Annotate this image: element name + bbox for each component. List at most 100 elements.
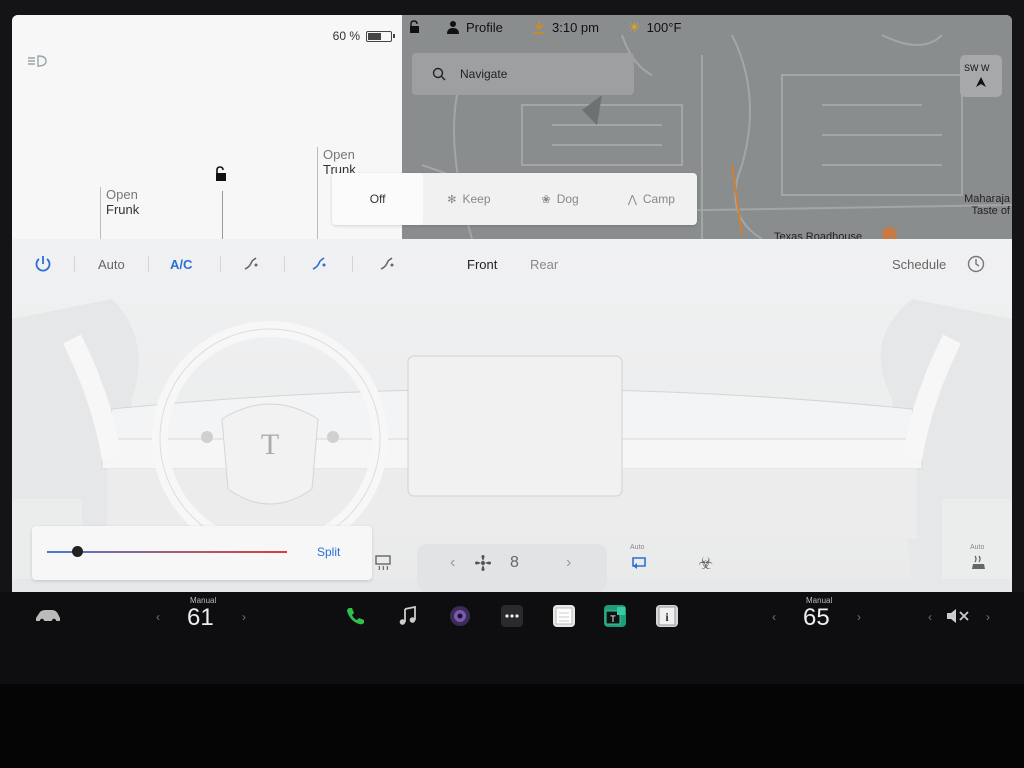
- airflow-feet-button[interactable]: [310, 251, 328, 277]
- auto-button[interactable]: Auto: [98, 251, 125, 277]
- svg-text:T: T: [261, 428, 279, 461]
- airflow-feet-icon: [312, 257, 326, 270]
- poi-texas-roadhouse[interactable]: Texas Roadhouse: [774, 231, 862, 239]
- seat-auto-label: Auto: [970, 544, 985, 551]
- passenger-temperature[interactable]: 65: [803, 604, 830, 632]
- separator: [284, 256, 285, 272]
- volume-down[interactable]: ‹: [928, 610, 932, 624]
- recirculate-button[interactable]: [630, 554, 648, 575]
- schedule-button[interactable]: Schedule: [892, 251, 946, 277]
- separator: [352, 256, 353, 272]
- mode-camp[interactable]: ⋀ Camp: [606, 173, 697, 225]
- temperature-slider-thumb[interactable]: [72, 546, 83, 557]
- climate-panel: Auto A/C Front Rear Schedule T Split ‹ 8…: [12, 239, 1012, 592]
- music-app[interactable]: [397, 605, 419, 627]
- mode-off[interactable]: Off: [332, 173, 424, 225]
- recirculate-icon: [632, 557, 646, 569]
- poi-maharaja[interactable]: Maharaja Taste of: [964, 193, 1010, 217]
- airflow-face-button[interactable]: [242, 251, 260, 277]
- frunk-button[interactable]: Open Frunk: [100, 187, 139, 239]
- volume-up[interactable]: ›: [986, 610, 990, 624]
- battery-icon: [366, 30, 395, 42]
- device-frame: 60 % Open Frunk Open Trunk Profile 3:10 …: [0, 0, 1024, 768]
- car-button[interactable]: [32, 592, 64, 640]
- climate-mode-selector: Off ✻ Keep ❀ Dog ⋀ Camp: [332, 173, 697, 225]
- lock-status-icon[interactable]: [408, 20, 422, 34]
- passenger-temp-up[interactable]: ›: [857, 610, 861, 624]
- paw-icon: ❀: [541, 193, 551, 206]
- toybox-app[interactable]: T: [604, 605, 626, 627]
- battery-indicator: 60 %: [333, 29, 395, 43]
- search-icon: [432, 67, 446, 81]
- airflow-windshield-icon: [380, 257, 394, 270]
- front-tab[interactable]: Front: [467, 251, 497, 277]
- compass-heading: SW W: [964, 63, 990, 73]
- climate-power-button[interactable]: [34, 251, 52, 277]
- more-apps-button[interactable]: [501, 605, 523, 627]
- climate-controls-row: Auto A/C Front Rear Schedule: [12, 251, 1012, 277]
- poi-maharaja-line2: Taste of: [971, 205, 1010, 217]
- clock-icon[interactable]: [967, 251, 985, 277]
- profile-button[interactable]: Profile: [446, 20, 503, 35]
- fan-icon: [474, 554, 492, 577]
- ac-button[interactable]: A/C: [170, 251, 192, 277]
- mode-keep[interactable]: ✻ Keep: [423, 173, 514, 225]
- compass-arrow-icon: [976, 77, 986, 87]
- frunk-label: Frunk: [106, 202, 140, 217]
- camera-app[interactable]: [449, 605, 471, 627]
- download-icon: [533, 21, 545, 34]
- rear-defrost-button[interactable]: [374, 554, 392, 575]
- airflow-windshield-button[interactable]: [378, 251, 396, 277]
- bottom-bezel: [0, 684, 1024, 768]
- ellipsis-icon: [505, 614, 519, 618]
- volume-mute-button[interactable]: [944, 592, 972, 640]
- screen: 60 % Open Frunk Open Trunk Profile 3:10 …: [12, 15, 1012, 592]
- seat-heater-button[interactable]: [970, 554, 988, 575]
- separator: [220, 256, 221, 272]
- poi-maharaja-line1: Maharaja: [964, 193, 1010, 205]
- temperature-slider-track[interactable]: [47, 551, 287, 553]
- biohazard-icon: ☣: [698, 554, 714, 573]
- driver-temp-up[interactable]: ›: [242, 610, 246, 624]
- fan-increase-button[interactable]: ›: [566, 554, 571, 572]
- temperature-split-panel: Split: [32, 526, 372, 580]
- car-icon: [36, 610, 60, 624]
- fan-decrease-button[interactable]: ‹: [450, 554, 455, 572]
- driver-temperature[interactable]: 61: [187, 604, 214, 632]
- compass-button[interactable]: SW W: [960, 55, 1002, 97]
- headlight-icon[interactable]: [26, 53, 48, 69]
- phone-app[interactable]: [344, 605, 366, 627]
- rear-tab[interactable]: Rear: [530, 251, 558, 277]
- frunk-action: Open: [106, 187, 138, 202]
- fan-speed-value: 8: [510, 554, 519, 571]
- split-button[interactable]: Split: [317, 545, 340, 559]
- tent-icon: ⋀: [627, 193, 637, 206]
- phone-icon: [347, 608, 364, 625]
- unlock-icon[interactable]: [212, 165, 230, 183]
- person-icon: [447, 21, 459, 34]
- outside-temperature: 100°F: [646, 19, 682, 35]
- fan-small-icon: ✻: [447, 193, 457, 206]
- manual-app[interactable]: i: [656, 605, 678, 627]
- restaurant-pin-icon[interactable]: [882, 227, 897, 239]
- navigate-search[interactable]: Navigate: [412, 53, 634, 95]
- mode-camp-label: Camp: [642, 192, 675, 206]
- calendar-app[interactable]: [553, 605, 575, 627]
- weather-display: ☀ 100°F: [628, 19, 681, 36]
- passenger-temp-down[interactable]: ‹: [772, 610, 776, 624]
- recirc-auto-label: Auto: [630, 544, 645, 551]
- sun-icon: ☀: [628, 18, 641, 35]
- mode-off-label: Off: [369, 192, 386, 206]
- camera-lens-icon: [450, 606, 470, 626]
- driver-temp-down[interactable]: ‹: [156, 610, 160, 624]
- clock-time: 3:10 pm: [552, 19, 599, 35]
- bioweapon-defense-button[interactable]: ☣: [698, 554, 713, 574]
- speaker-muted-icon: [947, 609, 969, 623]
- rear-defrost-icon: [375, 555, 391, 571]
- seat-heater-icon: [972, 555, 985, 569]
- mode-dog[interactable]: ❀ Dog: [515, 173, 606, 225]
- separator: [148, 256, 149, 272]
- toybox-icon: T: [605, 607, 625, 625]
- airflow-face-icon: [244, 257, 258, 270]
- profile-label: Profile: [466, 19, 503, 35]
